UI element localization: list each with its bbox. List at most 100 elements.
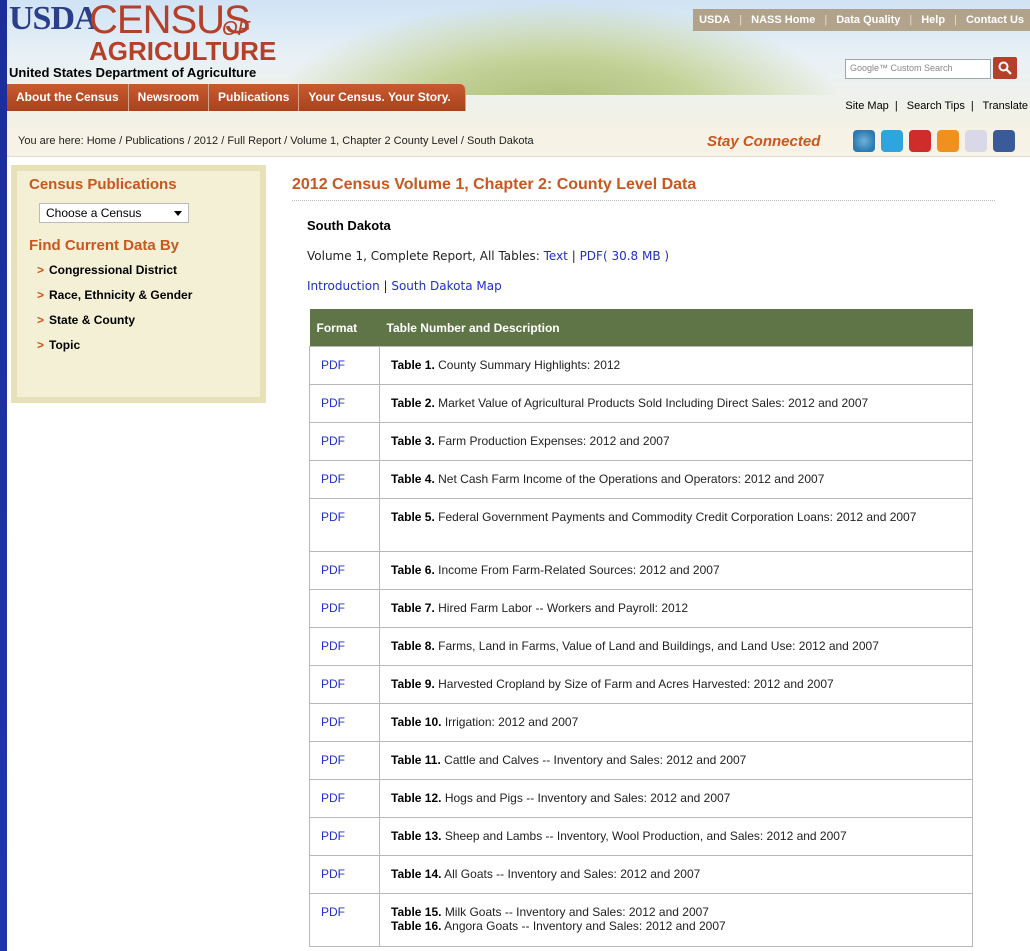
- census-publications-heading: Census Publications: [29, 176, 177, 193]
- table-description: Table 7. Hired Farm Labor -- Workers and…: [379, 589, 973, 628]
- report-pdf-link[interactable]: PDF( 30.8 MB ): [580, 249, 670, 263]
- table-number: Table 14.: [391, 867, 442, 881]
- site-header: USDA CENSUS OF AGRICULTURE United States…: [7, 0, 1030, 128]
- sidebar-link-state-county[interactable]: > State & County: [37, 313, 135, 327]
- table-description: Table 4. Net Cash Farm Income of the Ope…: [379, 460, 973, 499]
- search-tips-link[interactable]: Search Tips: [907, 100, 965, 112]
- table-row: PDF Table 12. Hogs and Pigs -- Inventory …: [309, 779, 973, 818]
- sidebar-link-race-ethnicity-gender[interactable]: > Race, Ethnicity & Gender: [37, 288, 192, 302]
- search-button[interactable]: [993, 57, 1017, 79]
- pdf-link[interactable]: PDF: [309, 741, 380, 780]
- table-row: PDF Table 3. Farm Production Expenses: 20…: [309, 422, 973, 461]
- sidebar-link-topic[interactable]: > Topic: [37, 338, 80, 352]
- top-link-help[interactable]: Help: [921, 14, 945, 26]
- table-title: Federal Government Payments and Commodit…: [438, 510, 917, 524]
- table-row: PDF Table 7. Hired Farm Labor -- Workers …: [309, 589, 973, 628]
- breadcrumb-bar: You are here: Home / Publications / 2012…: [7, 128, 1030, 157]
- table-number: Table 12.: [391, 791, 442, 805]
- chevron-right-icon: >: [37, 338, 45, 352]
- pdf-link[interactable]: PDF: [309, 703, 380, 742]
- table-row: PDF Table 9. Harvested Cropland by Size o…: [309, 665, 973, 704]
- table-number: Table 9.: [391, 677, 435, 691]
- pdf-link[interactable]: PDF: [309, 498, 380, 552]
- pdf-link[interactable]: PDF: [309, 422, 380, 461]
- intro-links: Introduction | South Dakota Map: [307, 279, 502, 293]
- table-number: Table 10.: [391, 715, 442, 729]
- main-nav: About the Census Newsroom Publications Y…: [7, 84, 466, 111]
- pdf-link[interactable]: PDF: [309, 460, 380, 499]
- table-description: Table 11. Cattle and Calves -- Inventory…: [379, 741, 973, 780]
- flickr-icon[interactable]: [965, 130, 987, 152]
- table-title: Market Value of Agricultural Products So…: [438, 396, 869, 410]
- translate-link[interactable]: Translate: [983, 100, 1028, 112]
- pdf-link[interactable]: PDF: [309, 627, 380, 666]
- table-description: Table 6. Income From Farm-Related Source…: [379, 551, 973, 590]
- nav-tab-newsroom[interactable]: Newsroom: [128, 84, 210, 111]
- nav-tab-about-the-census[interactable]: About the Census: [7, 84, 129, 111]
- nav-tab-your-census-your-story[interactable]: Your Census. Your Story.: [299, 84, 466, 111]
- introduction-link[interactable]: Introduction: [307, 279, 380, 293]
- find-current-data-heading: Find Current Data By: [29, 237, 180, 254]
- table-number: Table 15.: [391, 905, 442, 919]
- youtube-icon[interactable]: [909, 130, 931, 152]
- table-row: PDF Table 14. All Goats -- Inventory and …: [309, 855, 973, 894]
- pdf-link[interactable]: PDF: [309, 779, 380, 818]
- chevron-right-icon: >: [37, 288, 45, 302]
- table-description: Table 13. Sheep and Lambs -- Inventory, …: [379, 817, 973, 856]
- top-link-contact-us[interactable]: Contact Us: [966, 14, 1024, 26]
- top-link-nass-home[interactable]: NASS Home: [751, 14, 815, 26]
- table-description: Table 8. Farms, Land in Farms, Value of …: [379, 627, 973, 666]
- table-title: Irrigation: 2012 and 2007: [444, 715, 579, 729]
- format-column-header: Format: [309, 309, 380, 347]
- table-row: PDF Table 11. Cattle and Calves -- Invent…: [309, 741, 973, 780]
- stay-connected-label: Stay Connected: [707, 133, 821, 150]
- top-nav: USDA | NASS Home | Data Quality | Help | Con…: [693, 9, 1030, 31]
- table-title: Farm Production Expenses: 2012 and 2007: [438, 434, 670, 448]
- facebook-icon[interactable]: [993, 130, 1015, 152]
- sidebar-link-congressional-district[interactable]: > Congressional District: [37, 263, 177, 277]
- census-select-value: Choose a Census: [46, 206, 142, 220]
- report-text-link[interactable]: Text: [544, 249, 568, 263]
- web-page: USDA CENSUS OF AGRICULTURE United States…: [7, 0, 1030, 951]
- table-number: Table 3.: [391, 434, 435, 448]
- table-row: PDF Table 10. Irrigation: 2012 and 2007: [309, 703, 973, 742]
- table-number: Table 4.: [391, 472, 435, 486]
- pdf-link[interactable]: PDF: [309, 893, 380, 947]
- table-row: PDF Table 4. Net Cash Farm Income of the …: [309, 460, 973, 499]
- table-row: PDF Table 15. Milk Goats -- Inventory and…: [309, 893, 973, 947]
- pdf-link[interactable]: PDF: [309, 589, 380, 628]
- sidebar: Census Publications Choose a Census Find…: [11, 165, 266, 403]
- department-name: United States Department of Agriculture: [9, 65, 257, 80]
- table-title: Sheep and Lambs -- Inventory, Wool Produ…: [444, 829, 847, 843]
- pdf-link[interactable]: PDF: [309, 384, 380, 423]
- nav-tab-publications[interactable]: Publications: [209, 84, 300, 111]
- title-divider: [292, 200, 995, 201]
- state-map-link[interactable]: South Dakota Map: [391, 279, 501, 293]
- census-select[interactable]: Choose a Census: [39, 203, 189, 223]
- table-title: Net Cash Farm Income of the Operations a…: [438, 472, 825, 486]
- twitter-icon[interactable]: [881, 130, 903, 152]
- table-title: Cattle and Calves -- Inventory and Sales…: [444, 753, 747, 767]
- table-number: Table 5.: [391, 510, 435, 524]
- breadcrumb[interactable]: You are here: Home / Publications / 2012…: [18, 135, 534, 147]
- table-description: Table 15. Milk Goats -- Inventory and Sa…: [379, 893, 973, 947]
- site-map-link[interactable]: Site Map: [845, 100, 888, 112]
- pdf-link[interactable]: PDF: [309, 551, 380, 590]
- utility-links: Site Map | Search Tips | Translate: [845, 100, 1028, 112]
- pdf-link[interactable]: PDF: [309, 817, 380, 856]
- search-input[interactable]: Google™ Custom Search: [845, 59, 991, 79]
- top-link-usda[interactable]: USDA: [699, 14, 730, 26]
- table-description: Table 5. Federal Government Payments and…: [379, 498, 973, 552]
- table-title: Hogs and Pigs -- Inventory and Sales: 20…: [444, 791, 731, 805]
- table-row: PDF Table 8. Farms, Land in Farms, Value …: [309, 627, 973, 666]
- top-link-data-quality[interactable]: Data Quality: [836, 14, 900, 26]
- rss-icon[interactable]: [937, 130, 959, 152]
- table-title: Income From Farm-Related Sources: 2012 a…: [438, 563, 720, 577]
- pdf-link[interactable]: PDF: [309, 855, 380, 894]
- pdf-link[interactable]: PDF: [309, 665, 380, 704]
- census-icon[interactable]: [853, 130, 875, 152]
- table-description: Table 12. Hogs and Pigs -- Inventory and…: [379, 779, 973, 818]
- tables-list: Format Table Number and Description PDF T…: [309, 309, 973, 947]
- table-row: PDF Table 2. Market Value of Agricultural…: [309, 384, 973, 423]
- pdf-link[interactable]: PDF: [309, 346, 380, 385]
